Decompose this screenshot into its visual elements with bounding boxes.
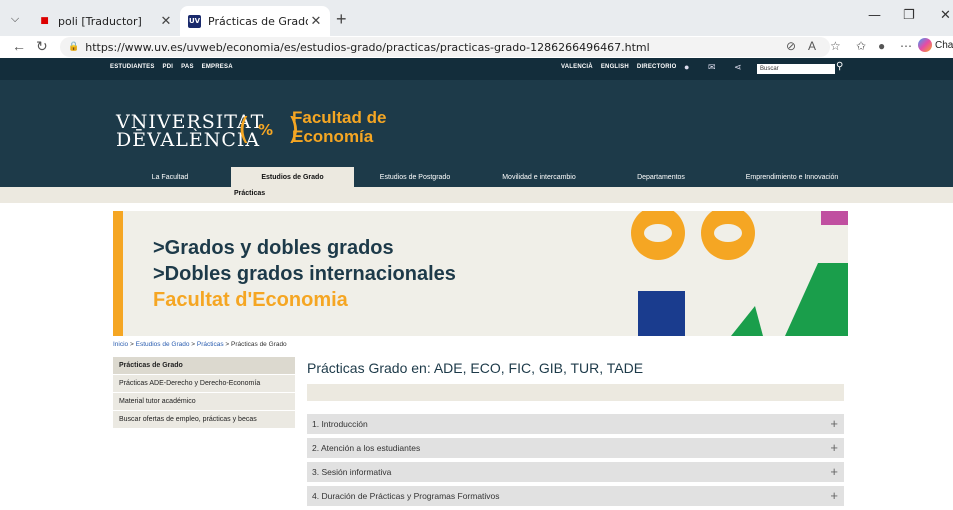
favorites-icon[interactable]: ✩ (856, 39, 866, 53)
lock-icon: 🔒 (68, 42, 80, 52)
nav-estudios-de-postgrado[interactable]: Estudios de Postgrado (360, 167, 470, 187)
sidebar-menu: Prácticas de Grado Prácticas ADE-Derecho… (113, 357, 295, 429)
accordion-label: 1. Introducción (312, 419, 368, 429)
site-search-input[interactable]: Buscar (757, 64, 835, 74)
accordion-sesion[interactable]: 3. Sesión informativa + (307, 462, 844, 482)
breadcrumb-practicas[interactable]: Prácticas (197, 341, 224, 348)
restore-icon[interactable]: ❐ (903, 8, 915, 23)
accordion-introduccion[interactable]: 1. Introducción + (307, 414, 844, 434)
tracking-prevention-icon[interactable]: ⊘ (786, 39, 796, 53)
accordion-label: 4. Duración de Prácticas y Programas For… (312, 491, 500, 501)
tab-title: poli [Traductor] (58, 14, 142, 28)
expand-plus-icon[interactable]: + (830, 464, 838, 479)
promo-banner[interactable]: >Grados y dobles grados >Dobles grados i… (113, 211, 848, 336)
copilot-icon (918, 38, 932, 52)
user-icon[interactable]: ● (684, 62, 689, 72)
minimize-icon[interactable]: — (868, 8, 881, 23)
expand-plus-icon[interactable]: + (830, 488, 838, 503)
expand-plus-icon[interactable]: + (830, 416, 838, 431)
subnav-practicas[interactable]: Prácticas (234, 190, 265, 197)
sidebar-item-practicas-grado[interactable]: Prácticas de Grado (113, 357, 295, 375)
browser-tab-bar: ⌵ ■ poli [Traductor] ✕ UV Prácticas de G… (0, 0, 953, 36)
mail-icon[interactable]: ✉ (708, 62, 716, 73)
page-title: Prácticas Grado en: ADE, ECO, FIC, GIB, … (307, 360, 644, 376)
nav-la-facultad[interactable]: La Facultad (115, 167, 225, 187)
close-tab-icon[interactable]: ✕ (158, 14, 174, 29)
breadcrumb-sep: > (128, 341, 136, 348)
url-text: https://www.uv.es/uvweb/economia/es/estu… (85, 40, 650, 54)
breadcrumb-sep: > (223, 341, 232, 348)
link-empresa[interactable]: EMPRESA (202, 64, 233, 70)
share-icon[interactable]: ⋖ (734, 62, 742, 73)
copilot-chat-button[interactable]: Chat (918, 38, 953, 52)
sidebar-item-buscar-ofertas[interactable]: Buscar ofertas de empleo, prácticas y be… (113, 411, 295, 429)
accordion-duracion[interactable]: 4. Duración de Prácticas y Programas For… (307, 486, 844, 506)
banner-graphic (631, 211, 848, 336)
nav-emprendimiento[interactable]: Emprendimiento e Innovación (722, 167, 862, 187)
sidebar-item-ade-derecho[interactable]: Prácticas ADE-Derecho y Derecho-Economía (113, 375, 295, 393)
accordion-label: 3. Sesión informativa (312, 467, 392, 477)
breadcrumb-current: Prácticas de Grado (231, 341, 287, 348)
percent-glyph: % (258, 121, 274, 139)
breadcrumb-estudios[interactable]: Estudios de Grado (136, 341, 190, 348)
main-navigation: La Facultad Estudios de Grado Estudios d… (0, 167, 953, 187)
more-menu-icon[interactable]: ⋯ (900, 39, 912, 53)
faculty-mark-icon: ( )% (238, 108, 300, 152)
link-estudiantes[interactable]: ESTUDIANTES (110, 64, 155, 70)
utility-links: VALENCIÀ ENGLISH DIRECTORIO (561, 64, 676, 70)
link-valencia[interactable]: VALENCIÀ (561, 64, 593, 70)
refresh-icon[interactable]: ↻ (36, 38, 48, 55)
audience-links: ESTUDIANTES PDI PAS EMPRESA (110, 64, 233, 70)
browser-tab-poli[interactable]: ■ poli [Traductor] ✕ (30, 6, 180, 36)
accordion-atencion[interactable]: 2. Atención a los estudiantes + (307, 438, 844, 458)
nav-departamentos[interactable]: Departamentos (606, 167, 716, 187)
faculty-line1: Facultad de (292, 108, 387, 127)
close-window-icon[interactable]: ✕ (940, 8, 951, 23)
expand-plus-icon[interactable]: + (830, 440, 838, 455)
browser-tab-practicas[interactable]: UV Prácticas de Grado ✕ (180, 6, 330, 36)
link-english[interactable]: ENGLISH (601, 64, 629, 70)
tab-list-chevron-icon[interactable]: ⌵ (6, 10, 24, 28)
new-tab-icon[interactable]: + (336, 9, 347, 30)
breadcrumb: Inicio > Estudios de Grado > Prácticas >… (113, 341, 287, 348)
sub-navigation: Prácticas (0, 187, 953, 203)
read-aloud-icon[interactable]: A (808, 39, 816, 53)
poli-favicon-icon: ■ (40, 16, 49, 26)
tab-title: Prácticas de Grado (208, 14, 308, 28)
breadcrumb-inicio[interactable]: Inicio (113, 341, 128, 348)
link-pas[interactable]: PAS (181, 64, 194, 70)
favorite-star-icon[interactable]: ☆ (830, 39, 841, 53)
uv-favicon-icon: UV (188, 14, 201, 28)
breadcrumb-sep: > (189, 341, 197, 348)
search-icon[interactable]: ⚲ (836, 61, 843, 72)
link-directorio[interactable]: DIRECTORIO (637, 64, 677, 70)
link-pdi[interactable]: PDI (163, 64, 174, 70)
profile-avatar-icon[interactable]: ● (878, 39, 885, 53)
close-tab-icon[interactable]: ✕ (308, 14, 324, 29)
address-bar-row: ← ↻ 🔒 https://www.uv.es/uvweb/economia/e… (0, 36, 953, 58)
back-icon[interactable]: ← (12, 38, 26, 54)
accordion-label: 2. Atención a los estudiantes (312, 443, 421, 453)
nav-movilidad[interactable]: Movilidad e intercambio (484, 167, 594, 187)
faculty-name[interactable]: Facultad de Economía (292, 108, 386, 146)
sidebar-item-material-tutor[interactable]: Material tutor académico (113, 393, 295, 411)
content-divider-bar (307, 384, 844, 401)
faculty-line2: Economía (292, 127, 374, 146)
chat-label: Chat (935, 39, 953, 51)
url-field[interactable]: 🔒 https://www.uv.es/uvweb/economia/es/es… (60, 37, 830, 57)
site-top-bar: ESTUDIANTES PDI PAS EMPRESA VALENCIÀ ENG… (0, 58, 953, 80)
nav-estudios-de-grado[interactable]: Estudios de Grado (231, 167, 354, 187)
